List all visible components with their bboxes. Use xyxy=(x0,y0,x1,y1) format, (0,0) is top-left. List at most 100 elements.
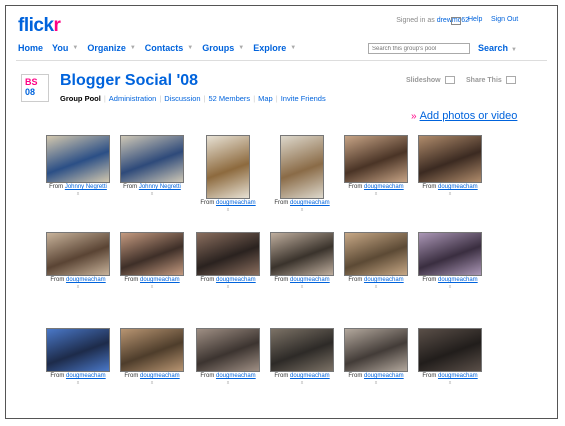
photo-thumbnail[interactable] xyxy=(418,328,482,372)
nav-organize[interactable]: Organize ▼ xyxy=(87,43,135,53)
photo-owner-link[interactable]: dougmeacham xyxy=(216,373,256,379)
photo-thumbnail[interactable] xyxy=(120,328,184,372)
photo-item: From dougmeacham x xyxy=(42,232,114,290)
photo-item: From dougmeacham x xyxy=(340,135,412,197)
search-button[interactable]: Search ▼ xyxy=(478,43,517,53)
remove-photo-icon[interactable]: x xyxy=(414,191,486,197)
remove-photo-icon[interactable]: x xyxy=(42,284,114,290)
photo-caption: From dougmeacham xyxy=(42,373,114,379)
mail-icon[interactable] xyxy=(451,17,461,25)
photo-thumbnail[interactable] xyxy=(270,232,334,276)
search-input[interactable] xyxy=(368,43,470,54)
photo-owner-link[interactable]: dougmeacham xyxy=(290,373,330,379)
photo-thumbnail[interactable] xyxy=(270,328,334,372)
photo-item: From Johnny Negretti x xyxy=(116,135,188,197)
chevron-down-icon[interactable]: ▼ xyxy=(130,45,136,51)
slideshow-button[interactable]: Slideshow xyxy=(406,76,455,84)
remove-photo-icon[interactable]: x xyxy=(192,207,264,213)
photo-thumbnail[interactable] xyxy=(120,135,184,183)
photo-thumbnail[interactable] xyxy=(46,135,110,183)
remove-photo-icon[interactable]: x xyxy=(414,284,486,290)
chevron-down-icon[interactable]: ▼ xyxy=(511,47,517,53)
photo-caption: From dougmeacham xyxy=(414,373,486,379)
add-photos-label: Add photos or video xyxy=(419,110,518,122)
remove-photo-icon[interactable]: x xyxy=(340,191,412,197)
nav-contacts[interactable]: Contacts ▼ xyxy=(145,43,193,53)
photo-thumbnail[interactable] xyxy=(196,328,260,372)
photo-owner-link[interactable]: dougmeacham xyxy=(140,277,180,283)
photo-owner-link[interactable]: dougmeacham xyxy=(140,373,180,379)
chevron-down-icon[interactable]: ▼ xyxy=(290,45,296,51)
photo-owner-link[interactable]: Johnny Negretti xyxy=(139,184,181,190)
remove-photo-icon[interactable]: x xyxy=(42,380,114,386)
chevron-down-icon[interactable]: ▼ xyxy=(238,45,244,51)
remove-photo-icon[interactable]: x xyxy=(192,380,264,386)
from-label: From xyxy=(348,373,363,379)
remove-photo-icon[interactable]: x xyxy=(340,284,412,290)
remove-photo-icon[interactable]: x xyxy=(42,191,114,197)
remove-photo-icon[interactable]: x xyxy=(116,284,188,290)
nav-home[interactable]: Home xyxy=(18,43,43,53)
photo-thumbnail[interactable] xyxy=(344,328,408,372)
photo-thumbnail[interactable] xyxy=(120,232,184,276)
photo-owner-link[interactable]: Johnny Negretti xyxy=(65,184,107,190)
nav-label: Organize xyxy=(87,43,126,53)
remove-photo-icon[interactable]: x xyxy=(266,380,338,386)
group-icon[interactable]: BS 08 xyxy=(21,74,49,102)
sign-out-link[interactable]: Sign Out xyxy=(491,16,518,23)
tab-members[interactable]: 52 Members xyxy=(209,94,251,103)
help-link[interactable]: Help xyxy=(468,16,482,23)
separator: | xyxy=(203,94,206,103)
remove-photo-icon[interactable]: x xyxy=(266,284,338,290)
photo-thumbnail[interactable] xyxy=(418,232,482,276)
photo-owner-link[interactable]: dougmeacham xyxy=(364,373,404,379)
share-button[interactable]: Share This xyxy=(466,76,516,84)
photo-thumbnail[interactable] xyxy=(46,328,110,372)
tab-administration[interactable]: Administration xyxy=(109,94,157,103)
photo-owner-link[interactable]: dougmeacham xyxy=(216,277,256,283)
remove-photo-icon[interactable]: x xyxy=(340,380,412,386)
photo-thumbnail[interactable] xyxy=(46,232,110,276)
remove-photo-icon[interactable]: x xyxy=(116,191,188,197)
from-label: From xyxy=(274,277,289,283)
nav-label: Home xyxy=(18,43,44,53)
add-photos-link[interactable]: » Add photos or video xyxy=(411,110,517,122)
photo-owner-link[interactable]: dougmeacham xyxy=(364,184,404,190)
photo-thumbnail[interactable] xyxy=(196,232,260,276)
photo-item: From dougmeacham x xyxy=(266,328,338,386)
photo-owner-link[interactable]: dougmeacham xyxy=(216,200,256,206)
remove-photo-icon[interactable]: x xyxy=(116,380,188,386)
nav-explore[interactable]: Explore ▼ xyxy=(253,43,296,53)
remove-photo-icon[interactable]: x xyxy=(192,284,264,290)
photo-owner-link[interactable]: dougmeacham xyxy=(66,277,106,283)
from-label: From xyxy=(50,277,65,283)
remove-photo-icon[interactable]: x xyxy=(266,207,338,213)
photo-owner-link[interactable]: dougmeacham xyxy=(290,200,330,206)
tab-discussion[interactable]: Discussion xyxy=(164,94,200,103)
chevron-down-icon[interactable]: ▼ xyxy=(72,45,78,51)
photo-owner-link[interactable]: dougmeacham xyxy=(438,184,478,190)
group-icon-top: BS xyxy=(25,77,38,87)
photo-owner-link[interactable]: dougmeacham xyxy=(438,373,478,379)
nav-groups[interactable]: Groups ▼ xyxy=(202,43,244,53)
tab-invite-friends[interactable]: Invite Friends xyxy=(281,94,326,103)
photo-thumbnail[interactable] xyxy=(280,135,324,199)
photo-owner-link[interactable]: dougmeacham xyxy=(290,277,330,283)
photo-thumbnail[interactable] xyxy=(206,135,250,199)
photo-owner-link[interactable]: dougmeacham xyxy=(438,277,478,283)
flickr-logo[interactable]: flickr xyxy=(18,15,61,37)
photo-caption: From dougmeacham xyxy=(42,277,114,283)
photo-owner-link[interactable]: dougmeacham xyxy=(66,373,106,379)
photo-thumbnail[interactable] xyxy=(344,232,408,276)
photo-owner-link[interactable]: dougmeacham xyxy=(364,277,404,283)
search-label: Search xyxy=(478,43,509,53)
photo-thumbnail[interactable] xyxy=(418,135,482,183)
group-title[interactable]: Blogger Social '08 xyxy=(60,72,198,90)
tab-map[interactable]: Map xyxy=(258,94,273,103)
photo-thumbnail[interactable] xyxy=(344,135,408,183)
nav-you[interactable]: You ▼ xyxy=(52,43,78,53)
photo-caption: From dougmeacham xyxy=(116,277,188,283)
chevron-down-icon[interactable]: ▼ xyxy=(187,45,193,51)
remove-photo-icon[interactable]: x xyxy=(414,380,486,386)
from-label: From xyxy=(124,277,139,283)
